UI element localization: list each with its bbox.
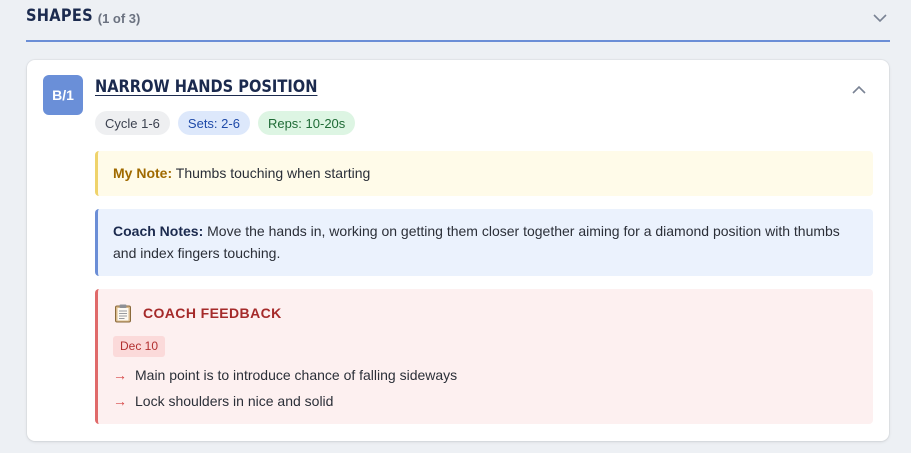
- arrow-right-icon: →: [113, 367, 127, 383]
- exercise-id-badge: B/1: [43, 75, 83, 115]
- reps-tag: Reps: 10-20s: [257, 111, 356, 135]
- feedback-item: → Main point is to introduce chance of f…: [113, 362, 858, 388]
- section-header[interactable]: SHAPES (1 of 3): [26, 0, 890, 42]
- exercise-card: B/1 NARROW HANDS POSITION Cycle 1-6 Sets…: [27, 60, 889, 441]
- exercise-tags: Cycle 1-6 Sets: 2-6 Reps: 10-20s: [95, 111, 356, 135]
- feedback-item: → Lock shoulders in nice and solid: [113, 388, 858, 414]
- coach-notes-text: Move the hands in, working on getting th…: [113, 223, 840, 261]
- coach-feedback: COACH FEEDBACK Dec 10 → Main point is to…: [95, 289, 873, 424]
- sets-tag: Sets: 2-6: [177, 111, 250, 135]
- my-note-label: My Note:: [113, 165, 173, 181]
- chevron-up-icon[interactable]: [851, 82, 867, 98]
- coach-notes: Coach Notes: Move the hands in, working …: [95, 209, 873, 276]
- my-note: My Note: Thumbs touching when starting: [95, 151, 873, 196]
- arrow-right-icon: →: [113, 393, 127, 409]
- section-title: SHAPES: [26, 6, 93, 26]
- feedback-item-text: Lock shoulders in nice and solid: [135, 393, 334, 409]
- coach-feedback-title: COACH FEEDBACK: [143, 305, 282, 321]
- coach-feedback-header: COACH FEEDBACK: [113, 302, 858, 324]
- section-count: (1 of 3): [97, 10, 141, 26]
- clipboard-icon: [115, 304, 131, 323]
- feedback-item-text: Main point is to introduce chance of fal…: [135, 367, 458, 383]
- coach-notes-label: Coach Notes:: [113, 223, 204, 239]
- chevron-down-icon[interactable]: [872, 10, 888, 26]
- exercise-title[interactable]: NARROW HANDS POSITION: [95, 77, 317, 97]
- feedback-list: → Main point is to introduce chance of f…: [113, 362, 858, 414]
- my-note-text: Thumbs touching when starting: [175, 165, 371, 181]
- feedback-date-badge: Dec 10: [113, 336, 166, 357]
- cycle-tag: Cycle 1-6: [95, 111, 170, 135]
